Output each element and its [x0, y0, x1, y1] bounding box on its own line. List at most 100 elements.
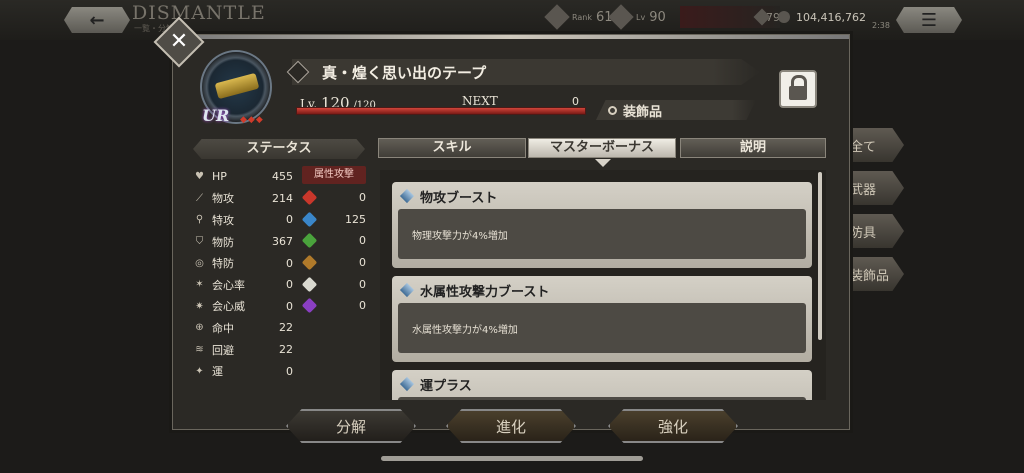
tab-master-bonus[interactable]: マスターボーナス	[528, 138, 676, 158]
back-arrow-icon: ←	[89, 9, 105, 31]
close-icon: ✕	[169, 29, 189, 54]
stat-row: ⟋ 物攻 214	[193, 188, 293, 210]
element-row: 0	[301, 273, 366, 295]
element-row: 0	[301, 295, 366, 317]
menu-button[interactable]: ☰	[896, 7, 962, 33]
gem-icon	[399, 188, 415, 204]
stat-value: 0	[286, 299, 293, 313]
filter-all[interactable]: 全て	[846, 128, 904, 162]
element-row: 125	[301, 209, 366, 231]
currency-display: 104,416,762	[775, 6, 868, 28]
evolve-button[interactable]: 進化	[446, 409, 576, 443]
status-list: ♥ HP 455 ⟋ 物攻 214 ⚲ 特攻 0 ⛉ 物防 367 ◎ 特防 0 ✶ 会心率 0 ✷ 会心威 0 ⊕ 命中 2…	[193, 166, 293, 382]
stat-row: ♥ HP 455	[193, 166, 293, 188]
lock-button[interactable]	[779, 70, 817, 108]
luck-icon: ✦	[195, 365, 204, 377]
bonus-title: 運プラス	[420, 378, 472, 394]
bonus-desc: 物理攻撃力が4%増加	[398, 209, 806, 259]
detail-tabs: スキル マスターボーナス 説明	[374, 138, 830, 160]
stat-value: 22	[279, 321, 293, 335]
crit-dmg-icon: ✷	[195, 300, 204, 312]
light-icon	[301, 276, 318, 292]
status-header: ステータス	[193, 139, 365, 159]
stat-value: 0	[286, 364, 293, 378]
item-category: 装飾品	[596, 100, 756, 120]
stat-label: 特攻	[212, 213, 234, 227]
element-value: 0	[359, 299, 366, 313]
filter-accessory[interactable]: 装飾品	[846, 257, 904, 291]
home-indicator[interactable]	[381, 456, 643, 461]
bonus-desc: 水属性攻撃力が4%増加	[398, 303, 806, 353]
level-display: Lv 90	[608, 4, 666, 30]
bonus-title: 水属性攻撃力ブースト	[420, 284, 550, 300]
sword-icon: ⟋	[196, 192, 203, 204]
rank-icon	[544, 4, 570, 30]
dark-icon	[301, 297, 318, 314]
clock: 2:38	[872, 20, 890, 30]
active-tab-arrow	[595, 159, 611, 167]
dismantle-button[interactable]: 分解	[286, 409, 416, 443]
element-row: 0	[301, 230, 366, 252]
element-value: 0	[359, 191, 366, 205]
stat-value: 22	[279, 343, 293, 357]
bonus-desc	[398, 397, 806, 400]
stat-label: 特防	[212, 257, 234, 271]
evade-icon: ≋	[195, 344, 204, 356]
wand-icon: ⚲	[195, 214, 204, 226]
stat-row: ⚲ 特攻 0	[193, 209, 293, 231]
stat-label: 物防	[212, 235, 234, 249]
page-title: DISMANTLE	[132, 2, 266, 24]
stat-row: ⊕ 命中 22	[193, 317, 293, 339]
rarity-badge: UR	[202, 106, 230, 125]
element-value: 125	[345, 212, 366, 226]
tab-skill[interactable]: スキル	[378, 138, 526, 158]
stat-label: 運	[212, 365, 223, 379]
scrollbar[interactable]	[818, 172, 822, 340]
element-value: 0	[359, 256, 366, 270]
magic-shield-icon: ◎	[195, 257, 204, 269]
stat-value: 367	[272, 235, 293, 249]
bonus-card: 運プラス	[392, 370, 812, 400]
target-icon: ⊕	[195, 322, 204, 334]
gem-icon	[399, 282, 415, 298]
shield-icon: ⛉	[195, 236, 204, 248]
bonus-title: 物攻ブースト	[420, 190, 498, 206]
stat-label: 命中	[212, 321, 234, 335]
fire-icon	[301, 190, 318, 206]
rarity-stars: ◆◆◆	[240, 115, 264, 125]
gem-icon	[399, 376, 415, 392]
next-label: NEXT	[462, 94, 498, 108]
tape-icon	[214, 72, 260, 100]
tab-description[interactable]: 説明	[680, 138, 826, 158]
element-value: 0	[359, 277, 366, 291]
stat-row: ✷ 会心威 0	[193, 296, 293, 318]
menu-icon: ☰	[920, 9, 938, 31]
stat-value: 0	[286, 278, 293, 292]
stat-row: ⛉ 物防 367	[193, 231, 293, 253]
stat-label: HP	[212, 170, 227, 184]
stat-value: 455	[272, 170, 293, 184]
stamina-icon	[753, 6, 774, 28]
bonus-card: 水属性攻撃力ブースト 水属性攻撃力が4%増加	[392, 276, 812, 362]
earth-icon	[301, 254, 318, 271]
coin-icon	[775, 8, 793, 26]
enhance-button[interactable]: 強化	[608, 409, 738, 443]
back-button[interactable]: ←	[64, 7, 130, 33]
lock-icon	[789, 75, 807, 100]
stat-label: 回避	[212, 343, 234, 357]
heart-icon: ♥	[195, 171, 204, 183]
element-list: 属性攻撃 0 125 0 0 0 0	[301, 166, 366, 317]
crit-rate-icon: ✶	[195, 279, 204, 291]
rank-display: Rank 61	[544, 4, 613, 30]
wind-icon	[301, 233, 318, 249]
stat-label: 会心率	[212, 278, 245, 292]
water-icon	[301, 211, 318, 228]
stat-label: 物攻	[212, 192, 234, 206]
stat-label: 会心威	[212, 300, 245, 314]
stat-row: ✶ 会心率 0	[193, 274, 293, 296]
stat-row: ◎ 特防 0	[193, 252, 293, 274]
element-value: 0	[359, 234, 366, 248]
filter-weapon[interactable]: 武器	[846, 171, 904, 205]
filter-armor[interactable]: 防具	[846, 214, 904, 248]
bonus-card: 物攻ブースト 物理攻撃力が4%増加	[392, 182, 812, 268]
